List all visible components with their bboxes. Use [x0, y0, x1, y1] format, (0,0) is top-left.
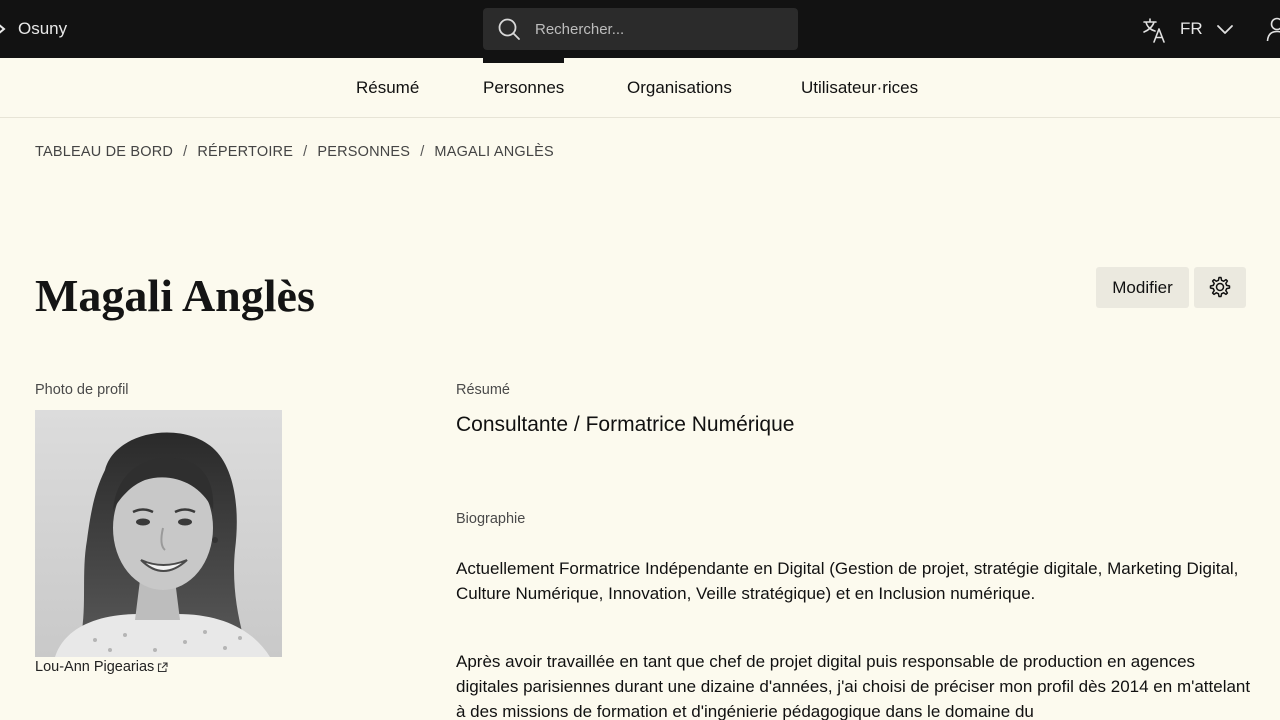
external-link-icon	[158, 661, 168, 672]
tab-utilisateurs[interactable]: Utilisateur·rices	[801, 58, 918, 118]
breadcrumb-personnes[interactable]: PERSONNES	[317, 144, 410, 160]
biography-paragraph: Actuellement Formatrice Indépendante en …	[456, 559, 1239, 603]
edit-button[interactable]: Modifier	[1096, 267, 1189, 308]
user-icon[interactable]	[1266, 16, 1280, 42]
breadcrumb-dashboard[interactable]: TABLEAU DE BORD	[35, 144, 173, 160]
breadcrumb-separator: /	[183, 144, 188, 160]
breadcrumb: TABLEAU DE BORD / RÉPERTOIRE / PERSONNES…	[35, 144, 554, 160]
summary-label: Résumé	[456, 382, 510, 398]
biography-label: Biographie	[456, 511, 526, 527]
logo-icon	[0, 24, 6, 34]
photo-credit: Lou-Ann Pigearias	[35, 659, 155, 675]
breadcrumb-separator: /	[420, 144, 425, 160]
tab-personnes[interactable]: Personnes	[483, 58, 564, 118]
gear-icon	[1209, 276, 1231, 298]
breadcrumb-repertoire[interactable]: RÉPERTOIRE	[197, 144, 293, 160]
breadcrumb-current: MAGALI ANGLÈS	[434, 144, 554, 160]
chevron-down-icon[interactable]	[1216, 22, 1234, 36]
tab-resume[interactable]: Résumé	[356, 58, 419, 118]
photo-label: Photo de profil	[35, 382, 129, 398]
biography-paragraph: Après avoir travaillée en tant que chef …	[456, 652, 1251, 720]
search-input[interactable]	[535, 8, 785, 50]
tab-organisations[interactable]: Organisations	[627, 58, 732, 118]
photo-credit-link[interactable]: Lou-Ann Pigearias	[35, 659, 168, 675]
section-nav: Résumé Personnes Organisations Utilisate…	[0, 58, 1280, 118]
translate-icon[interactable]	[1142, 17, 1166, 43]
search-icon	[498, 18, 520, 40]
profile-photo	[35, 410, 282, 657]
settings-button[interactable]	[1194, 267, 1246, 308]
language-selector[interactable]: FR	[1180, 18, 1203, 40]
search-box[interactable]	[483, 8, 798, 50]
top-bar: Osuny FR	[0, 0, 1280, 58]
page-title: Magali Anglès	[35, 270, 315, 321]
breadcrumb-separator: /	[303, 144, 308, 160]
summary-text: Consultante / Formatrice Numérique	[456, 413, 795, 436]
brand-name: Osuny	[18, 19, 68, 38]
